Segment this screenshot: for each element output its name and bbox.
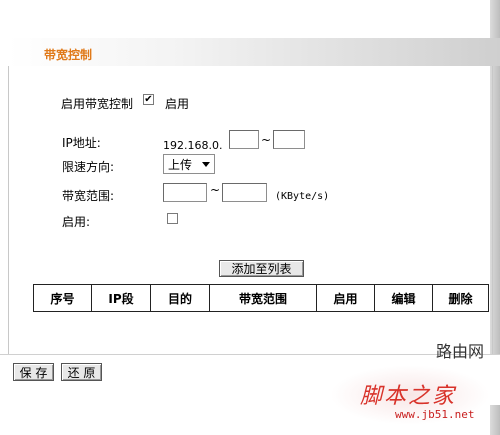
column-header-ip-range: IP段 (91, 284, 151, 312)
enable-checkbox[interactable] (167, 213, 178, 224)
bandwidth-range-label: 带宽范围: (62, 189, 115, 203)
page-title: 带宽控制 (44, 48, 93, 62)
bandwidth-max-input[interactable] (222, 183, 267, 202)
watermark-site-url: www.jb51.net (395, 408, 475, 421)
enable-label: 启用: (62, 215, 91, 229)
column-header-edit: 编辑 (374, 284, 433, 312)
direction-select[interactable]: 上传 (163, 154, 215, 174)
enable-control-checkbox[interactable]: ✔ (143, 94, 154, 105)
ip-start-input[interactable] (229, 130, 259, 149)
column-header-index: 序号 (33, 284, 92, 312)
column-header-destination: 目的 (150, 284, 210, 312)
bandwidth-unit: (KByte/s) (275, 191, 330, 202)
checkmark-icon: ✔ (144, 93, 153, 105)
ip-range-separator: ~ (261, 133, 272, 147)
enable-control-checkbox-text: 启用 (165, 97, 190, 111)
column-header-bandwidth-range: 带宽范围 (209, 284, 317, 312)
restore-button[interactable]: 还 原 (61, 363, 102, 381)
direction-label: 限速方向: (62, 160, 115, 174)
watermark-site-name: 脚本之家 (360, 384, 457, 409)
bandwidth-range-separator: ~ (210, 183, 221, 197)
direction-selected-value: 上传 (168, 157, 193, 172)
enable-control-label: 启用带宽控制 (61, 97, 134, 111)
add-to-list-button[interactable]: 添加至列表 (219, 260, 304, 277)
table-header-row: 序号 IP段 目的 带宽范围 启用 编辑 删除 (33, 284, 489, 312)
ip-address-label: IP地址: (62, 136, 101, 150)
column-header-enabled: 启用 (316, 284, 375, 312)
watermark-brand: 路由网 (436, 342, 485, 361)
chevron-down-icon (202, 162, 210, 167)
ip-prefix: 192.168.0. (163, 139, 223, 152)
bandwidth-min-input[interactable] (163, 183, 207, 202)
rules-table: 序号 IP段 目的 带宽范围 启用 编辑 删除 (33, 284, 489, 312)
column-header-delete: 删除 (432, 284, 489, 312)
save-button[interactable]: 保 存 (13, 363, 54, 381)
ip-end-input[interactable] (273, 130, 305, 149)
